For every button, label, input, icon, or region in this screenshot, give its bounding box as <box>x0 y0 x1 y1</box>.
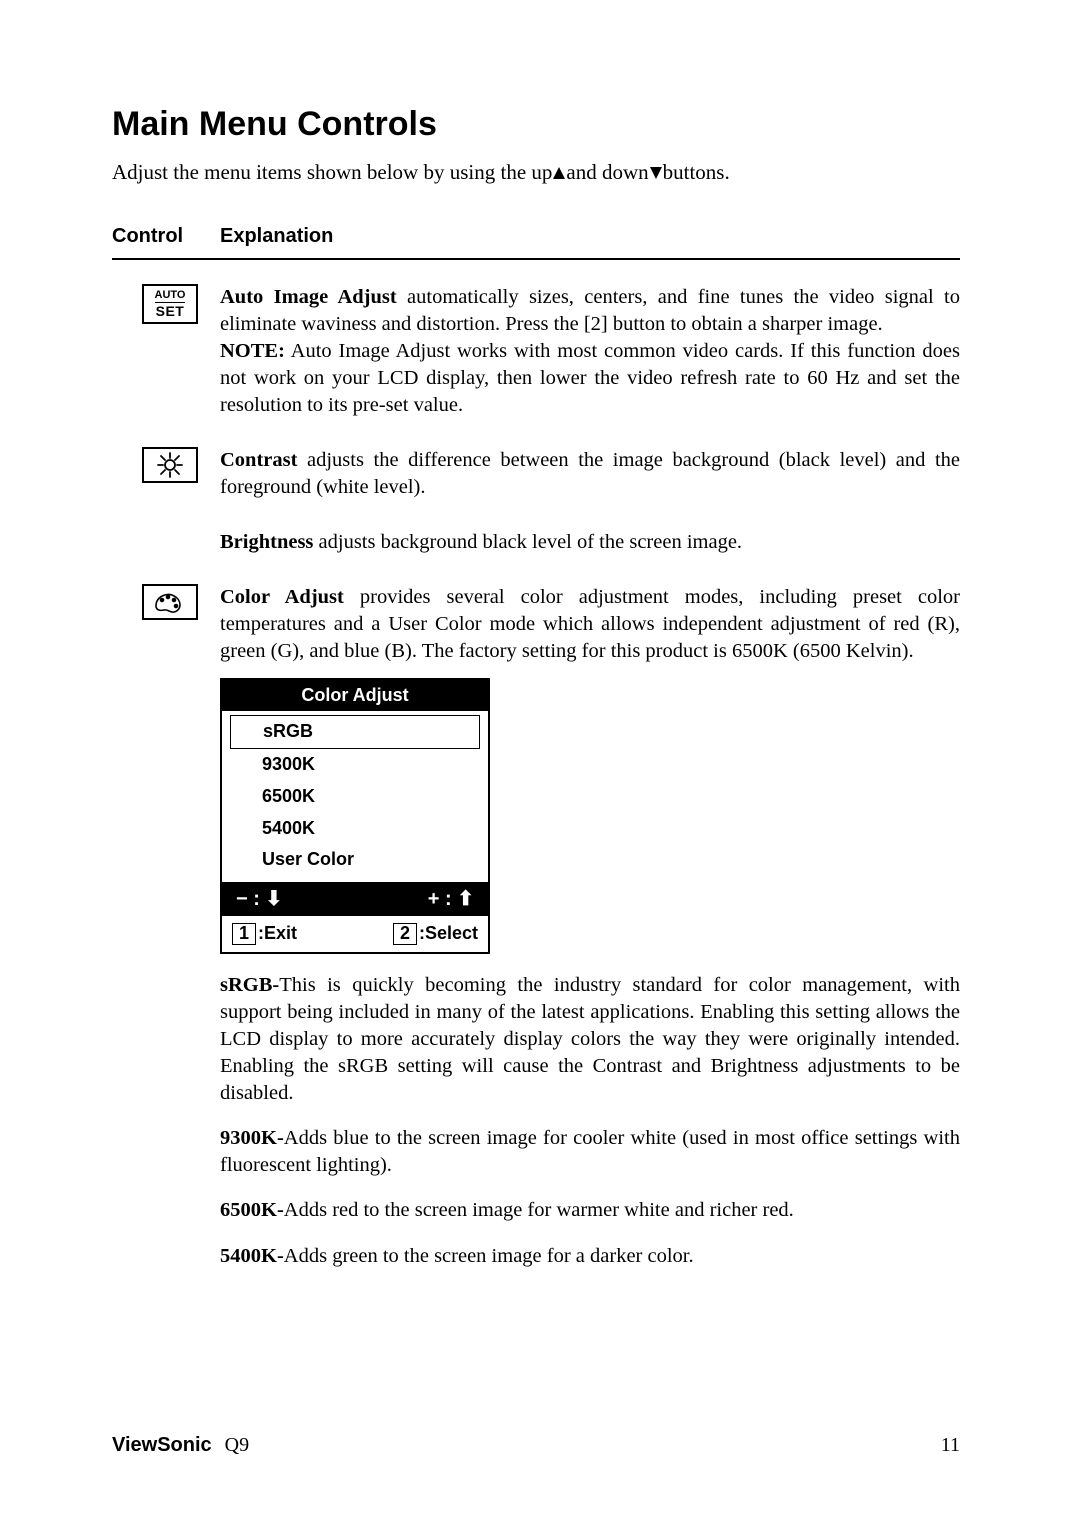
down-arrow-icon <box>650 167 662 179</box>
osd-nav-plus[interactable]: + : ⬆ <box>428 886 474 912</box>
row-auto-image-adjust: AUTO SET Auto Image Adjust automatically… <box>112 284 960 419</box>
osd-title: Color Adjust <box>222 680 488 712</box>
auto-set-icon: AUTO SET <box>142 284 198 324</box>
osd-nav-row: − : ⬇ + : ⬆ <box>222 882 488 916</box>
osd-select[interactable]: 2:Select <box>393 922 478 946</box>
osd-item-list: sRGB 9300K 6500K 5400K User Color <box>222 711 488 882</box>
keycap-1: 1 <box>232 923 256 945</box>
footer-model: Q9 <box>225 1434 249 1456</box>
osd-item-5400k[interactable]: 5400K <box>230 813 480 845</box>
osd-footer-row: 1:Exit 2:Select <box>222 916 488 952</box>
page-title: Main Menu Controls <box>112 105 960 144</box>
k6500-lead: 6500K- <box>220 1199 284 1221</box>
osd-item-srgb[interactable]: sRGB <box>230 715 480 749</box>
note-body: Auto Image Adjust works with most common… <box>220 340 960 416</box>
osd-menu: Color Adjust sRGB 9300K 6500K 5400K User… <box>220 678 490 955</box>
table-header: Control Explanation <box>112 225 960 260</box>
down-arrow-icon: ⬇ <box>265 888 282 910</box>
osd-exit[interactable]: 1:Exit <box>232 922 297 946</box>
auto-set-bottom: SET <box>156 304 185 318</box>
col-explanation-header: Explanation <box>220 225 960 248</box>
osd-item-usercolor[interactable]: User Color <box>230 844 480 876</box>
osd-item-6500k[interactable]: 6500K <box>230 781 480 813</box>
k9300-lead: 9300K- <box>220 1127 284 1149</box>
k5400-lead: 5400K- <box>220 1245 284 1267</box>
footer-brand: ViewSonic <box>112 1434 212 1456</box>
row-contrast: Contrast adjusts the difference between … <box>112 447 960 501</box>
keycap-2: 2 <box>393 923 417 945</box>
k5400-body: Adds green to the screen image for a dar… <box>284 1245 694 1267</box>
intro-mid: and down <box>566 160 648 184</box>
osd-nav-minus[interactable]: − : ⬇ <box>236 886 282 912</box>
color-adjust-icon <box>142 584 198 620</box>
page-footer: ViewSonic Q9 11 <box>112 1434 960 1457</box>
srgb-body: This is quickly becoming the industry st… <box>220 974 960 1104</box>
nav-plus-label: + : <box>428 888 452 910</box>
intro-post: buttons. <box>663 160 730 184</box>
note-lead: NOTE: <box>220 340 285 362</box>
select-label: :Select <box>419 923 478 943</box>
col-control-header: Control <box>112 225 220 248</box>
brightness-body: adjusts background black level of the sc… <box>313 531 742 553</box>
contrast-icon <box>142 447 198 483</box>
up-arrow-icon <box>553 167 565 179</box>
brightness-lead: Brightness <box>220 531 313 553</box>
auto-set-top: AUTO <box>155 290 186 303</box>
srgb-lead: sRGB- <box>220 974 279 996</box>
footer-page: 11 <box>941 1434 960 1457</box>
k9300-body: Adds blue to the screen image for cooler… <box>220 1127 960 1176</box>
intro-text: Adjust the menu items shown below by usi… <box>112 160 960 185</box>
up-arrow-icon: ⬆ <box>457 888 474 910</box>
intro-pre: Adjust the menu items shown below by usi… <box>112 160 552 184</box>
nav-minus-label: − : <box>236 888 260 910</box>
row-brightness: Brightness adjusts background black leve… <box>112 529 960 556</box>
k6500-body: Adds red to the screen image for warmer … <box>284 1199 794 1221</box>
row-color-adjust: Color Adjust provides several color adju… <box>112 584 960 1269</box>
color-adjust-lead: Color Adjust <box>220 586 344 608</box>
auto-adjust-lead: Auto Image Adjust <box>220 286 397 308</box>
contrast-lead: Contrast <box>220 449 297 471</box>
contrast-body: adjusts the difference between the image… <box>220 449 960 498</box>
exit-label: :Exit <box>258 923 297 943</box>
osd-item-9300k[interactable]: 9300K <box>230 749 480 781</box>
